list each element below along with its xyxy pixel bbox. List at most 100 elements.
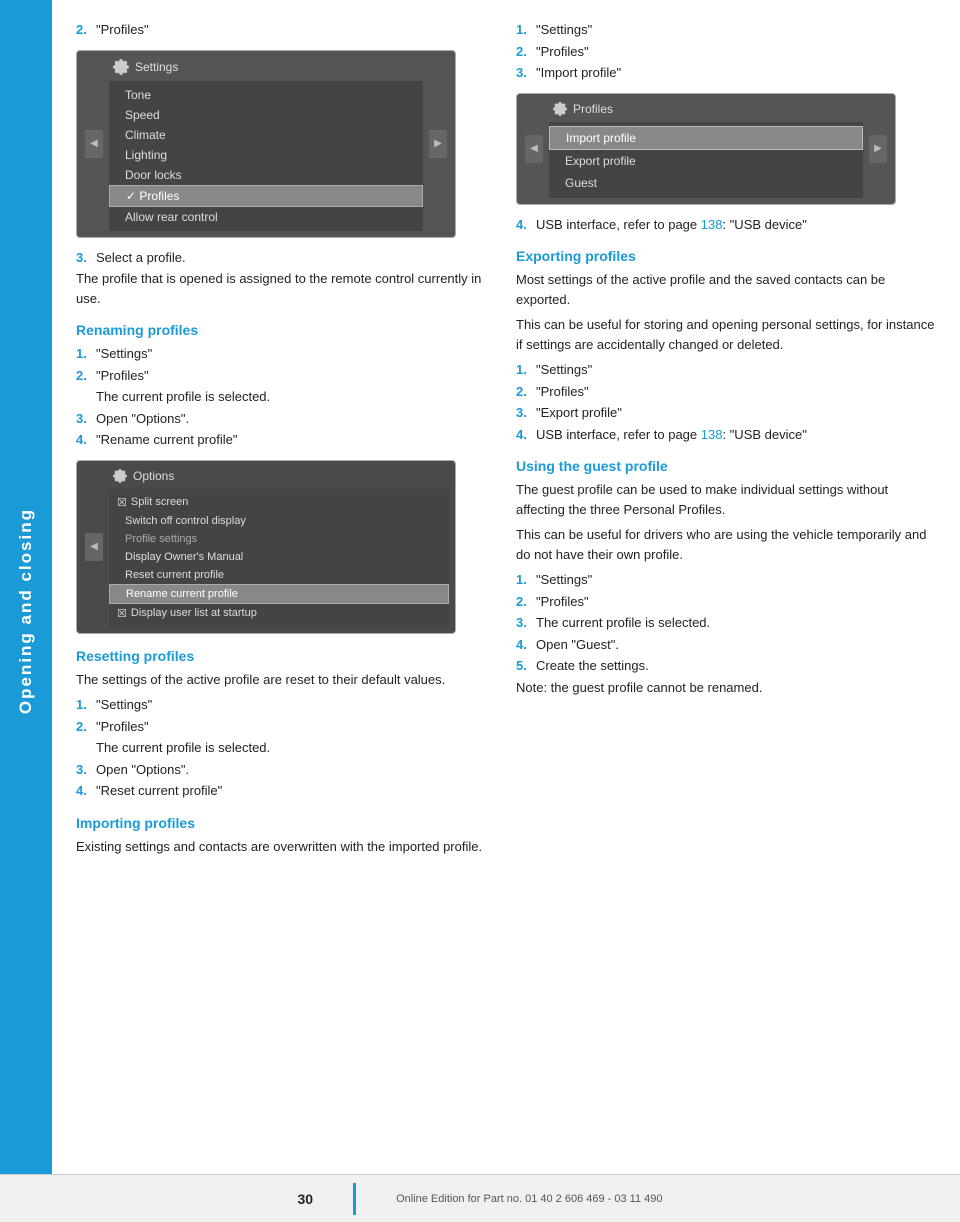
options-nav-left-btn[interactable]: ◀ bbox=[85, 533, 103, 561]
guest-note: Note: the guest profile cannot be rename… bbox=[516, 678, 936, 698]
options-screen-inner: ◀ Options ☒ Split screen bbox=[83, 467, 449, 627]
rn-text3: Open "Options". bbox=[96, 409, 189, 429]
options-menu: ☒ Split screen Switch off control displa… bbox=[109, 489, 449, 627]
screen-inner: ◀ Settings Tone Speed Climate Lig bbox=[83, 57, 449, 231]
page-number: 30 bbox=[297, 1191, 313, 1207]
profiles-title: Profiles bbox=[573, 102, 613, 116]
rs-num2: 2. bbox=[76, 717, 92, 737]
settings-title: Settings bbox=[135, 60, 178, 74]
split-screen-label: Split screen bbox=[131, 496, 188, 508]
guest-desc1: The guest profile can be used to make in… bbox=[516, 480, 936, 519]
footer: 30 Online Edition for Part no. 01 40 2 6… bbox=[0, 1174, 960, 1222]
exp-text2: "Profiles" bbox=[536, 382, 589, 402]
settings-title-bar: Settings bbox=[109, 57, 423, 77]
exp-text1: "Settings" bbox=[536, 360, 592, 380]
options-title-bar: Options bbox=[109, 467, 449, 485]
settings-menu: Tone Speed Climate Lighting Door locks ✓… bbox=[109, 81, 423, 231]
option-reset-profile[interactable]: Reset current profile bbox=[109, 566, 449, 584]
menu-item-speed[interactable]: Speed bbox=[109, 105, 423, 125]
menu-item-lighting[interactable]: Lighting bbox=[109, 145, 423, 165]
options-nav-left: ◀ bbox=[83, 467, 105, 627]
gs-text5: Create the settings. bbox=[536, 656, 649, 676]
options-screen-mockup: ◀ Options ☒ Split screen bbox=[76, 460, 456, 634]
screen-content-settings: Settings Tone Speed Climate Lighting Doo… bbox=[109, 57, 423, 231]
import-page-link[interactable]: 138 bbox=[701, 217, 723, 232]
main-content: 2. "Profiles" ◀ Settings bbox=[52, 0, 960, 922]
profiles-nav-left-btn[interactable]: ◀ bbox=[525, 135, 543, 163]
option-display-user-list[interactable]: ☒ Display user list at startup bbox=[109, 604, 449, 623]
resetting-sub2: The current profile is selected. bbox=[96, 738, 496, 758]
guest-step1: 1. "Settings" bbox=[516, 570, 936, 590]
gs-num5: 5. bbox=[516, 656, 532, 676]
renaming-heading: Renaming profiles bbox=[76, 322, 496, 338]
resetting-desc: The settings of the active profile are r… bbox=[76, 670, 496, 690]
renaming-step4: 4. "Rename current profile" bbox=[76, 430, 496, 450]
options-screen-content: Options ☒ Split screen Switch off contro… bbox=[109, 467, 449, 627]
rn-num2: 2. bbox=[76, 366, 92, 386]
imp-text2: "Profiles" bbox=[536, 42, 589, 62]
exporting-heading: Exporting profiles bbox=[516, 248, 936, 264]
intro-step: 2. "Profiles" bbox=[76, 20, 496, 40]
gs-text2: "Profiles" bbox=[536, 592, 589, 612]
menu-export-profile[interactable]: Export profile bbox=[549, 150, 863, 172]
gs-num1: 1. bbox=[516, 570, 532, 590]
guest-step5: 5. Create the settings. bbox=[516, 656, 936, 676]
menu-item-doorlocks[interactable]: Door locks bbox=[109, 165, 423, 185]
profiles-screen-mockup: ◀ Profiles Import profile Export profile… bbox=[516, 93, 896, 205]
profiles-nav-left: ◀ bbox=[523, 100, 545, 198]
menu-item-allow-rear[interactable]: Allow rear control bbox=[109, 207, 423, 227]
import-step3: 3. "Import profile" bbox=[516, 63, 936, 83]
imp4-text: USB interface, refer to page 138: "USB d… bbox=[536, 215, 807, 235]
screen-nav-left: ◀ bbox=[83, 57, 105, 231]
profiles-nav-right-btn[interactable]: ▶ bbox=[869, 135, 887, 163]
rs-text3: Open "Options". bbox=[96, 760, 189, 780]
option-rename-profile[interactable]: Rename current profile bbox=[109, 584, 449, 604]
exporting-desc2: This can be useful for storing and openi… bbox=[516, 315, 936, 354]
sidebar: Opening and closing bbox=[0, 0, 52, 1222]
nav-right-btn[interactable]: ▶ bbox=[429, 130, 447, 158]
exp-num2: 2. bbox=[516, 382, 532, 402]
menu-item-tone[interactable]: Tone bbox=[109, 85, 423, 105]
gs-num3: 3. bbox=[516, 613, 532, 633]
options-title: Options bbox=[133, 469, 174, 483]
export-step3: 3. "Export profile" bbox=[516, 403, 936, 423]
rn-text4: "Rename current profile" bbox=[96, 430, 237, 450]
gear-icon bbox=[113, 59, 129, 75]
menu-guest[interactable]: Guest bbox=[549, 172, 863, 194]
gs-text4: Open "Guest". bbox=[536, 635, 619, 655]
nav-left-btn[interactable]: ◀ bbox=[85, 130, 103, 158]
guest-step3: 3. The current profile is selected. bbox=[516, 613, 936, 633]
imp-num2: 2. bbox=[516, 42, 532, 62]
resetting-step2: 2. "Profiles" bbox=[76, 717, 496, 737]
rs-text2: "Profiles" bbox=[96, 717, 149, 737]
rn-text2: "Profiles" bbox=[96, 366, 149, 386]
renaming-sub2: The current profile is selected. bbox=[96, 387, 496, 407]
exp-text3: "Export profile" bbox=[536, 403, 622, 423]
imp-text1: "Settings" bbox=[536, 20, 592, 40]
menu-import-profile[interactable]: Import profile bbox=[549, 126, 863, 150]
menu-item-profiles[interactable]: ✓ Profiles bbox=[109, 185, 423, 207]
option-profile-settings-header: Profile settings bbox=[109, 530, 449, 548]
rs-num3: 3. bbox=[76, 760, 92, 780]
option-split-screen[interactable]: ☒ Split screen bbox=[109, 493, 449, 512]
step3-text: Select a profile. bbox=[96, 248, 186, 268]
rs-text1: "Settings" bbox=[96, 695, 152, 715]
profiles-screen-content: Profiles Import profile Export profile G… bbox=[549, 100, 863, 198]
profiles-nav-right: ▶ bbox=[867, 100, 889, 198]
step-num: 2. bbox=[76, 20, 92, 40]
import-step2: 2. "Profiles" bbox=[516, 42, 936, 62]
option-switch-off[interactable]: Switch off control display bbox=[109, 512, 449, 530]
gs-text1: "Settings" bbox=[536, 570, 592, 590]
footer-left: 30 bbox=[297, 1191, 313, 1207]
export-page-link[interactable]: 138 bbox=[701, 427, 723, 442]
import-step1: 1. "Settings" bbox=[516, 20, 936, 40]
settings-screen-mockup: ◀ Settings Tone Speed Climate Lig bbox=[76, 50, 456, 238]
gs-num4: 4. bbox=[516, 635, 532, 655]
display-user-list-label: Display user list at startup bbox=[131, 607, 257, 619]
resetting-step3: 3. Open "Options". bbox=[76, 760, 496, 780]
exp4-num: 4. bbox=[516, 425, 532, 445]
menu-item-climate[interactable]: Climate bbox=[109, 125, 423, 145]
option-display-owners[interactable]: Display Owner's Manual bbox=[109, 548, 449, 566]
guest-step2: 2. "Profiles" bbox=[516, 592, 936, 612]
step3-num: 3. bbox=[76, 248, 92, 268]
